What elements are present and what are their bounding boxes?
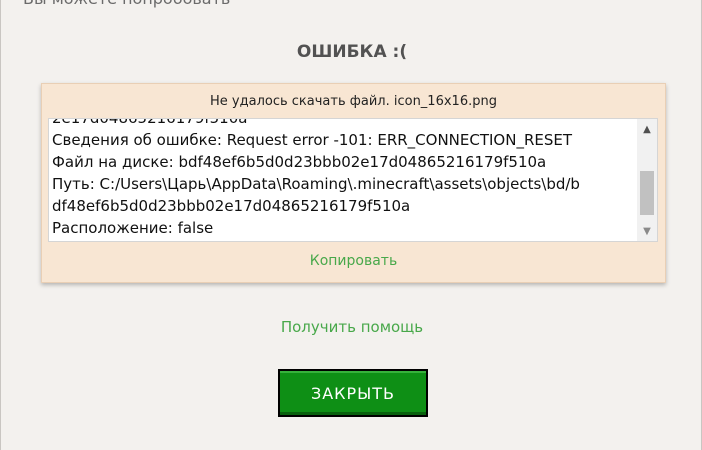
log-line: Путь: C:/Users\Царь\AppData\Roaming\.min… bbox=[52, 175, 580, 193]
error-panel: Не удалось скачать файл. icon_16x16.png … bbox=[41, 83, 666, 283]
error-panel-header: Не удалось скачать файл. icon_16x16.png bbox=[210, 94, 497, 109]
scrollbar-thumb[interactable] bbox=[640, 171, 654, 215]
log-line: Файл на диске: bdf48ef6b5d0d23bbb02e17d0… bbox=[52, 153, 547, 171]
copy-link[interactable]: Копировать bbox=[42, 253, 665, 269]
arrow-up-icon[interactable]: ▲ bbox=[637, 121, 657, 137]
log-line: 2e17d04865216179f510a bbox=[52, 118, 248, 127]
get-help-link[interactable]: Получить помощь bbox=[1, 318, 701, 336]
close-button[interactable]: ЗАКРЫТЬ bbox=[278, 369, 428, 417]
error-log-textarea[interactable]: 2e17d04865216179f510a Сведения об ошибке… bbox=[48, 118, 658, 242]
arrow-down-icon[interactable]: ▼ bbox=[637, 223, 657, 239]
log-line: Расположение: false bbox=[52, 219, 214, 237]
log-scrollbar[interactable]: ▲ ▼ bbox=[637, 119, 657, 241]
error-dialog: Вы можете попробовать ОШИБКА :( Не удало… bbox=[0, 0, 702, 450]
log-line: df48ef6b5d0d23bbb02e17d04865216179f510a bbox=[52, 197, 411, 215]
error-log-lines: 2e17d04865216179f510a Сведения об ошибке… bbox=[52, 118, 632, 239]
background-text: Вы можете попробовать bbox=[23, 0, 230, 8]
dialog-title: ОШИБКА :( bbox=[296, 42, 408, 62]
log-line: Сведения об ошибке: Request error -101: … bbox=[52, 131, 573, 149]
